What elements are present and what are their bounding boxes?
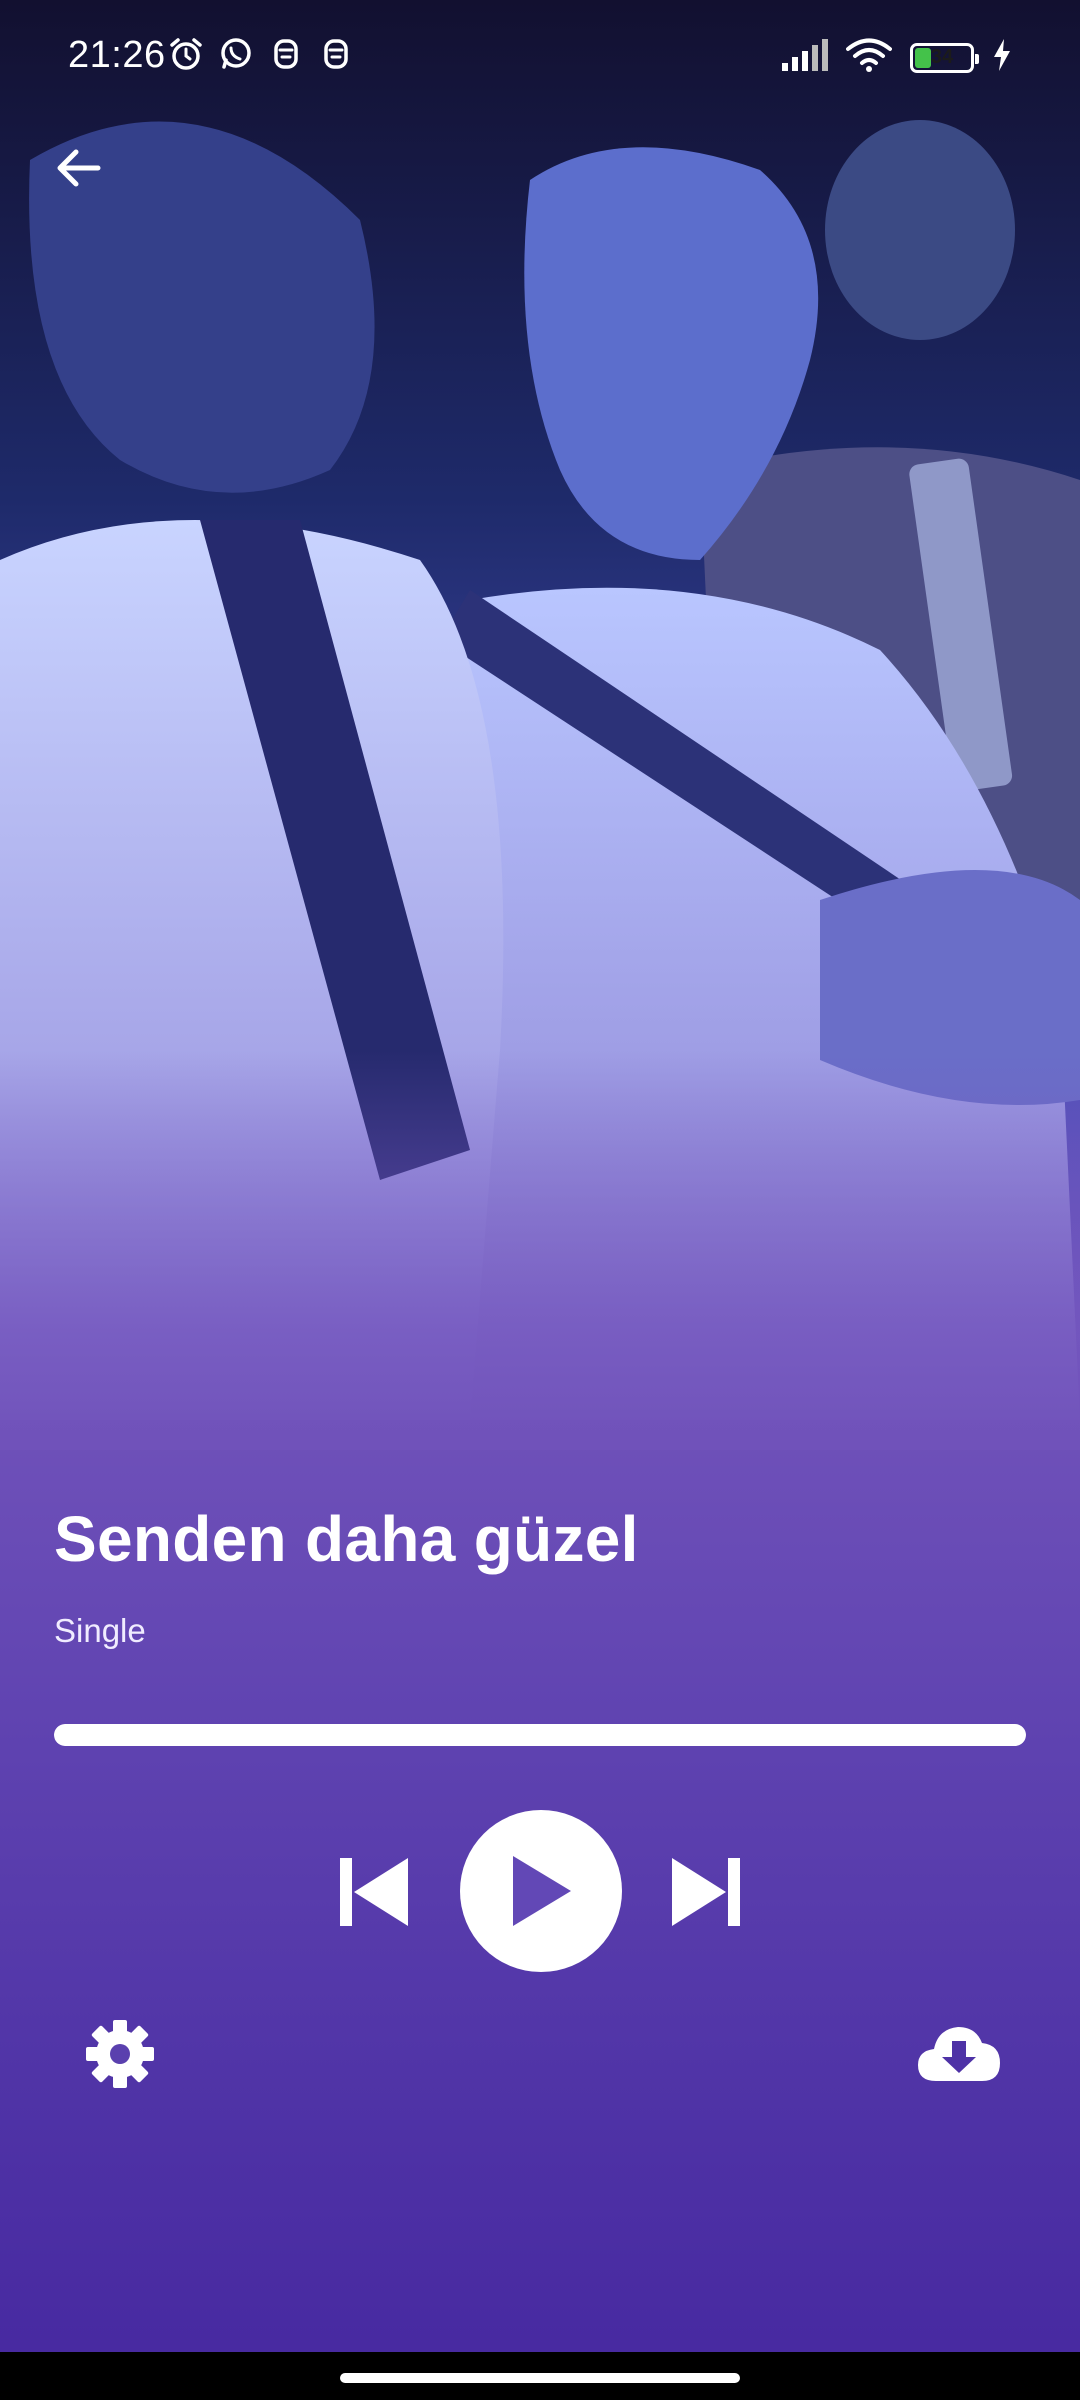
track-title: Senden daha güzel xyxy=(54,1503,639,1575)
signal-icon xyxy=(780,39,828,76)
play-icon xyxy=(513,1856,571,1926)
battery-level: 34 xyxy=(930,46,954,68)
battery-level-fill xyxy=(915,47,931,68)
settings-button[interactable] xyxy=(82,2016,158,2092)
skip-previous-icon xyxy=(340,1858,408,1926)
previous-button[interactable] xyxy=(334,1852,414,1932)
arrow-left-icon xyxy=(57,149,101,187)
notification-icons xyxy=(168,36,354,72)
download-button[interactable] xyxy=(914,2018,1004,2088)
charging-icon xyxy=(992,39,1012,76)
status-time: 21:26 xyxy=(68,34,166,76)
cover-art-fade xyxy=(0,1050,1080,1450)
wifi-icon xyxy=(846,38,892,77)
status-bar: 21:26 34 xyxy=(0,0,1080,118)
play-button[interactable] xyxy=(460,1810,622,1972)
alarm-icon xyxy=(168,36,204,72)
skip-next-icon xyxy=(672,1858,740,1926)
back-button[interactable] xyxy=(46,136,110,200)
home-indicator[interactable] xyxy=(340,2373,740,2383)
track-subtitle: Single xyxy=(54,1612,146,1649)
playback-controls xyxy=(0,1810,1080,1972)
notification-icon xyxy=(318,36,354,72)
gear-icon xyxy=(86,2020,154,2088)
cloud-download-icon xyxy=(918,2027,1000,2081)
whatsapp-icon xyxy=(218,36,254,72)
progress-fill xyxy=(54,1724,1026,1746)
notification-icon xyxy=(268,36,304,72)
player-screen: 21:26 34 Senden daha güzel Single xyxy=(0,0,1080,2400)
system-icons: 34 xyxy=(780,38,1012,77)
battery-icon: 34 xyxy=(910,42,979,73)
next-button[interactable] xyxy=(666,1852,746,1932)
progress-bar[interactable] xyxy=(54,1724,1026,1746)
